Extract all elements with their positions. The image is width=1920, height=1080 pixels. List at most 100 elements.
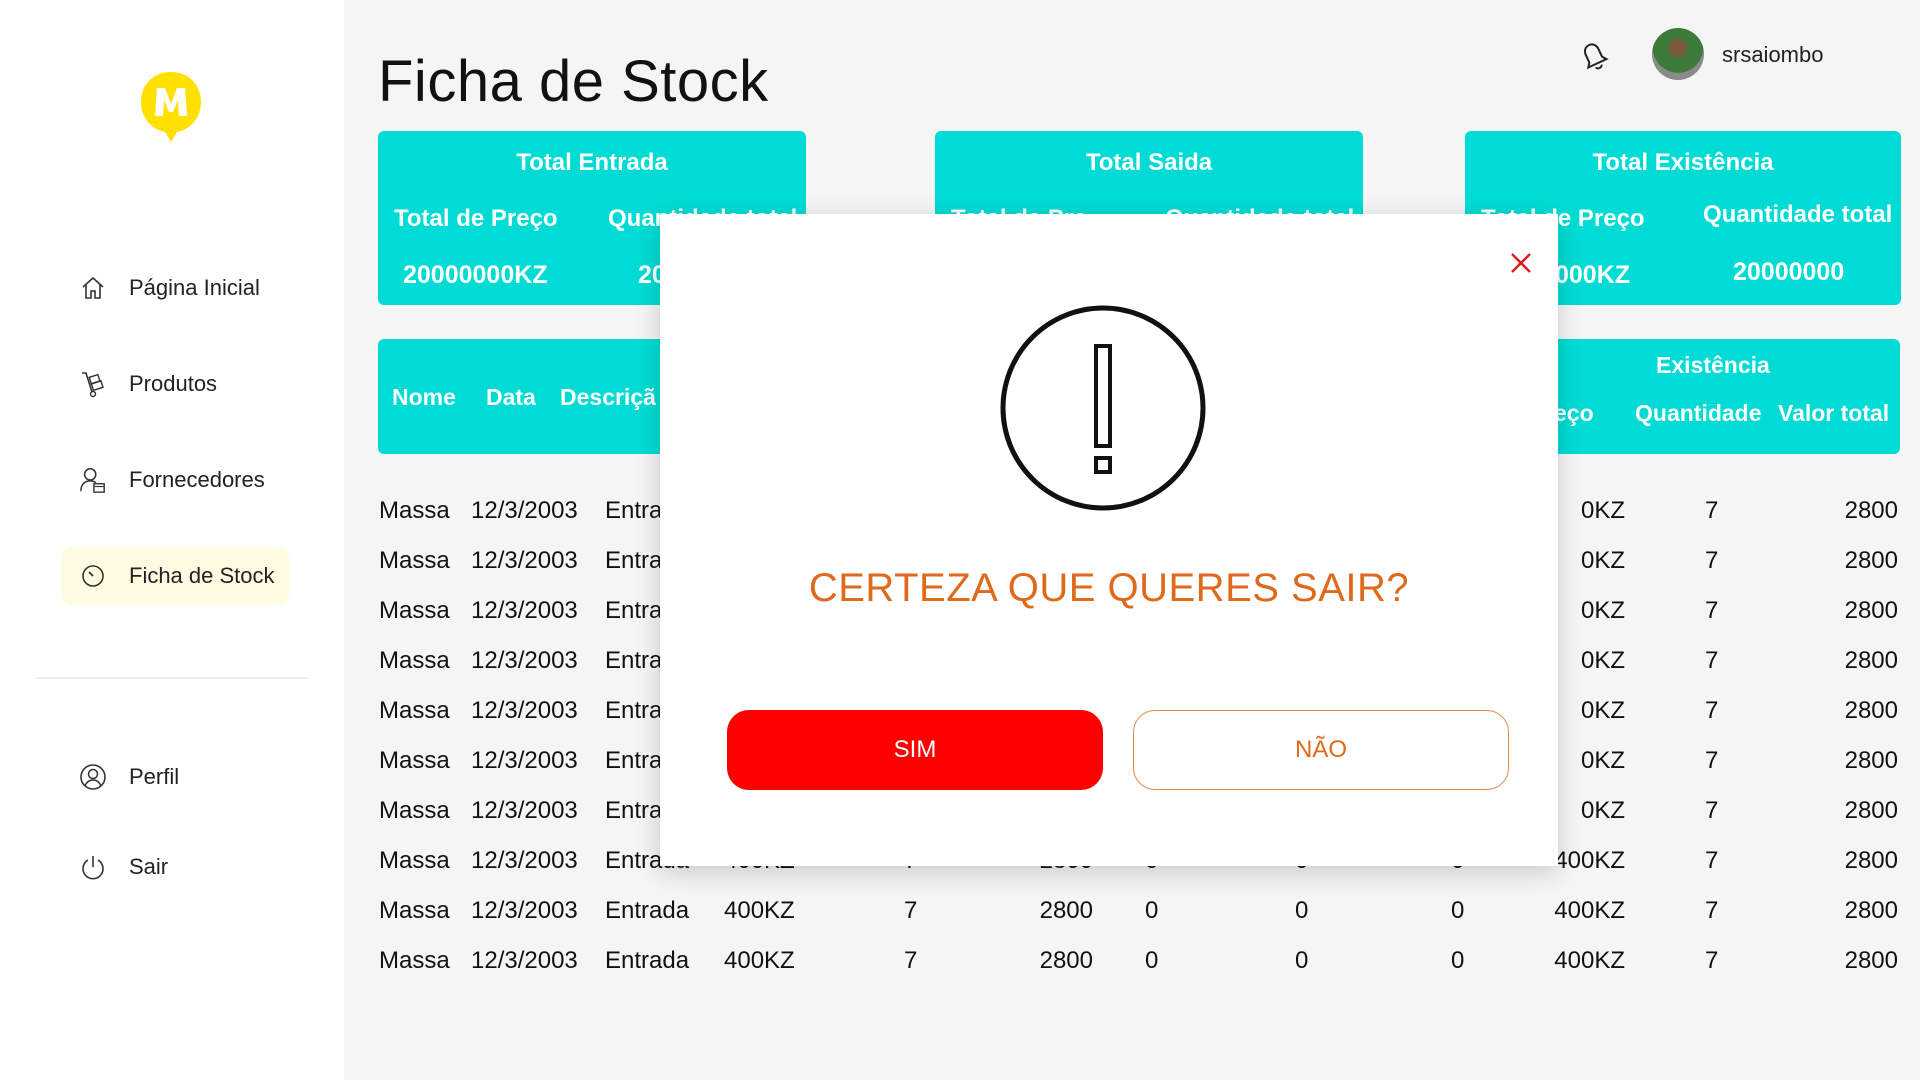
sidebar-divider bbox=[36, 677, 308, 679]
table-cell: 400KZ bbox=[1554, 947, 1625, 974]
table-cell: 0KZ bbox=[1580, 597, 1625, 624]
table-cell: Entra bbox=[605, 547, 663, 574]
table-cell: 0 bbox=[1145, 897, 1159, 924]
close-icon[interactable] bbox=[1506, 248, 1536, 278]
table-cell: 400KZ bbox=[1554, 847, 1625, 874]
column-header-descricao: Descriçã bbox=[560, 384, 656, 410]
sidebar-item-label: Ficha de Stock bbox=[129, 563, 275, 588]
table-cell: Massa bbox=[379, 747, 450, 774]
table-cell: 12/3/2003 bbox=[471, 847, 578, 874]
table-cell: 12/3/2003 bbox=[471, 597, 578, 624]
sidebar-item-label: Página Inicial bbox=[129, 275, 260, 300]
table-row[interactable]: Massa 12/3/2003 Entrada 400KZ 7 2800 0 0 0 400KZ 7… bbox=[378, 897, 1900, 937]
warning-icon bbox=[999, 304, 1207, 512]
column-header-preco: eço bbox=[1554, 400, 1594, 426]
card-value-quantidade: 20000000 bbox=[1733, 258, 1845, 286]
table-cell: 2800 bbox=[1039, 947, 1093, 974]
card-title: Total Existência bbox=[1592, 149, 1774, 176]
avatar[interactable] bbox=[1652, 28, 1704, 80]
sidebar-item-produtos[interactable]: Produtos bbox=[61, 355, 289, 413]
table-cell: 0KZ bbox=[1580, 497, 1625, 524]
table-cell: 2800 bbox=[1844, 597, 1898, 624]
dialog-message: CERTEZA QUE QUERES SAIR? bbox=[808, 566, 1410, 610]
table-cell: Massa bbox=[379, 597, 450, 624]
table-cell: Massa bbox=[379, 947, 450, 974]
table-cell: 7 bbox=[1705, 797, 1719, 824]
table-cell: Massa bbox=[379, 647, 450, 674]
table-cell: Entra bbox=[605, 797, 663, 824]
username[interactable]: srsaiombo bbox=[1722, 42, 1823, 68]
table-cell: 2800 bbox=[1844, 847, 1898, 874]
table-cell: 2800 bbox=[1844, 497, 1898, 524]
column-header-data: Data bbox=[486, 384, 536, 410]
table-cell: 7 bbox=[1705, 747, 1719, 774]
table-cell: 2800 bbox=[1039, 897, 1093, 924]
logout-confirm-dialog: CERTEZA QUE QUERES SAIR? SIM NÃO bbox=[660, 214, 1558, 866]
card-subtitle-preco: Total de Preço bbox=[394, 205, 558, 232]
profile-icon bbox=[79, 763, 107, 791]
column-header-quantidade: Quantidade bbox=[1635, 400, 1762, 426]
table-cell: 12/3/2003 bbox=[471, 897, 578, 924]
table-cell: 0 bbox=[1451, 897, 1465, 924]
table-cell: 0 bbox=[1295, 947, 1309, 974]
table-cell: 12/3/2003 bbox=[471, 747, 578, 774]
card-title: Total Entrada bbox=[516, 149, 668, 176]
table-cell: 0 bbox=[1295, 897, 1309, 924]
table-cell: Massa bbox=[379, 497, 450, 524]
app-logo[interactable] bbox=[137, 68, 205, 144]
clock-icon bbox=[79, 562, 107, 590]
table-cell: Entra bbox=[605, 597, 663, 624]
table-cell: 2800 bbox=[1844, 547, 1898, 574]
table-cell: Entrada bbox=[605, 897, 690, 924]
hand-truck-icon bbox=[79, 370, 107, 398]
table-cell: 12/3/2003 bbox=[471, 547, 578, 574]
table-cell: 12/3/2003 bbox=[471, 947, 578, 974]
table-cell: 7 bbox=[1705, 597, 1719, 624]
table-cell: Massa bbox=[379, 547, 450, 574]
confirm-button[interactable]: SIM bbox=[727, 710, 1103, 790]
table-cell: 0KZ bbox=[1580, 797, 1625, 824]
table-cell: 0KZ bbox=[1580, 697, 1625, 724]
cancel-button[interactable]: NÃO bbox=[1133, 710, 1509, 790]
table-cell: Massa bbox=[379, 797, 450, 824]
sidebar-item-pagina-inicial[interactable]: Página Inicial bbox=[61, 259, 289, 317]
table-cell: 400KZ bbox=[724, 947, 795, 974]
card-value-preco: 20000000KZ bbox=[403, 261, 548, 289]
table-cell: 2800 bbox=[1844, 897, 1898, 924]
table-cell: 7 bbox=[904, 947, 918, 974]
table-cell: Massa bbox=[379, 847, 450, 874]
sidebar-item-perfil[interactable]: Perfil bbox=[61, 748, 289, 806]
notification-bell-icon[interactable] bbox=[1574, 36, 1614, 76]
sidebar-item-sair[interactable]: Sair bbox=[61, 838, 289, 896]
table-cell: 7 bbox=[1705, 697, 1719, 724]
table-cell: Entra bbox=[605, 647, 663, 674]
sidebar-item-label: Fornecedores bbox=[129, 467, 265, 492]
table-cell: 7 bbox=[1705, 497, 1719, 524]
table-cell: 2800 bbox=[1844, 647, 1898, 674]
table-row[interactable]: Massa 12/3/2003 Entrada 400KZ 7 2800 0 0 0 400KZ 7… bbox=[378, 947, 1900, 987]
page-title: Ficha de Stock bbox=[378, 49, 769, 114]
table-cell: 12/3/2003 bbox=[471, 797, 578, 824]
table-cell: Entra bbox=[605, 497, 663, 524]
column-header-nome: Nome bbox=[392, 384, 456, 410]
table-cell: 7 bbox=[1705, 647, 1719, 674]
sidebar-item-label: Perfil bbox=[129, 764, 180, 789]
user-box-icon bbox=[79, 466, 107, 494]
card-value-preco: 000KZ bbox=[1555, 261, 1631, 289]
table-cell: 2800 bbox=[1844, 947, 1898, 974]
sidebar-item-label: Sair bbox=[129, 854, 169, 879]
table-cell: Massa bbox=[379, 897, 450, 924]
table-cell: Entra bbox=[605, 747, 663, 774]
table-cell: 0KZ bbox=[1580, 647, 1625, 674]
table-cell: 0 bbox=[1451, 947, 1465, 974]
table-cell: 12/3/2003 bbox=[471, 647, 578, 674]
sidebar-item-ficha-de-stock[interactable]: Ficha de Stock bbox=[61, 547, 289, 605]
sidebar-item-fornecedores[interactable]: Fornecedores bbox=[61, 451, 289, 509]
table-cell: 400KZ bbox=[1554, 897, 1625, 924]
table-cell: Entrada bbox=[605, 947, 690, 974]
table-cell: 2800 bbox=[1844, 797, 1898, 824]
table-cell: 0KZ bbox=[1580, 747, 1625, 774]
table-cell: 0 bbox=[1145, 947, 1159, 974]
table-cell: 7 bbox=[1705, 847, 1719, 874]
sidebar: Página Inicial Produtos Fornecedores Fic… bbox=[0, 0, 344, 1080]
